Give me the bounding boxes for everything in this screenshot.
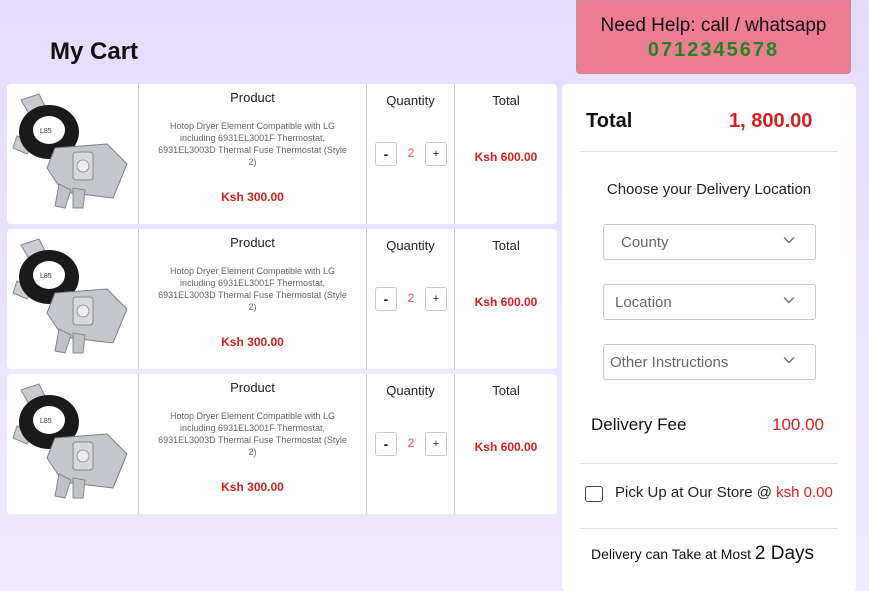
divider <box>580 528 838 529</box>
location-select[interactable]: Location <box>603 284 816 320</box>
help-phone[interactable]: 0712345678 <box>577 39 850 62</box>
pickup-price: ksh 0.00 <box>776 484 833 501</box>
delivery-time-note: Delivery can Take at Most 2 Days <box>591 543 814 565</box>
chevron-down-icon <box>783 236 795 244</box>
total-header: Total <box>492 93 520 108</box>
svg-text:L85: L85 <box>40 128 52 135</box>
unit-price: Ksh 300.00 <box>221 335 284 349</box>
increment-button[interactable]: + <box>425 142 447 166</box>
total-cell: Total Ksh 600.00 <box>455 229 557 369</box>
delivery-time-value: 2 Days <box>754 543 815 564</box>
quantity-cell: Quantity - 2 + <box>367 374 454 514</box>
delivery-location-heading: Choose your Delivery Location <box>606 181 812 198</box>
product-description[interactable]: Hotop Dryer Element Compatible with LG i… <box>153 265 352 313</box>
help-text: Need Help: call / whatsapp <box>600 15 827 36</box>
total-header: Total <box>492 238 520 253</box>
total-label: Total <box>586 110 633 132</box>
total-cell: Total Ksh 600.00 <box>455 374 557 514</box>
quantity-header: Quantity <box>386 383 435 398</box>
delivery-fee-label: Delivery Fee <box>591 415 687 434</box>
quantity-stepper[interactable]: - 2 + <box>375 142 448 166</box>
product-header: Product <box>230 380 275 395</box>
unit-price: Ksh 300.00 <box>221 480 284 494</box>
page-title: My Cart <box>50 38 139 65</box>
thermostat-image-icon: L85 <box>12 93 128 209</box>
product-cell: Product Hotop Dryer Element Compatible w… <box>139 229 366 369</box>
quantity-stepper[interactable]: - 2 + <box>375 287 448 311</box>
total-header: Total <box>492 383 520 398</box>
quantity-value[interactable]: 2 <box>397 291 425 305</box>
decrement-button[interactable]: - <box>375 287 397 311</box>
chevron-down-icon <box>783 296 795 304</box>
line-total: Ksh 600.00 <box>474 295 538 309</box>
pickup-option[interactable]: Pick Up at Our Store @ ksh 0.00 <box>615 484 833 501</box>
help-banner[interactable]: Need Help: call / whatsapp 0712345678 <box>576 0 851 74</box>
pickup-checkbox[interactable] <box>585 486 603 502</box>
quantity-stepper[interactable]: - 2 + <box>375 432 448 456</box>
product-cell: Product Hotop Dryer Element Compatible w… <box>139 84 366 224</box>
pickup-label: Pick Up at Our Store @ <box>615 484 772 501</box>
product-header: Product <box>230 235 275 250</box>
svg-text:L85: L85 <box>40 273 52 280</box>
increment-button[interactable]: + <box>425 287 447 311</box>
chevron-down-icon <box>783 356 795 364</box>
delivery-fee-value: 100.00 <box>772 415 824 434</box>
line-total: Ksh 600.00 <box>474 440 538 454</box>
total-cell: Total Ksh 600.00 <box>455 84 557 224</box>
quantity-header: Quantity <box>386 93 435 108</box>
product-cell: Product Hotop Dryer Element Compatible w… <box>139 374 366 514</box>
quantity-cell: Quantity - 2 + <box>367 229 454 369</box>
increment-button[interactable]: + <box>425 432 447 456</box>
cart-item: L85 Product Hotop Dryer Element Compatib… <box>7 84 557 224</box>
quantity-value[interactable]: 2 <box>397 436 425 450</box>
quantity-value[interactable]: 2 <box>397 146 425 160</box>
product-header: Product <box>230 90 275 105</box>
thermostat-image-icon: L85 <box>12 383 128 499</box>
unit-price: Ksh 300.00 <box>221 190 284 204</box>
order-summary-panel: Total 1, 800.00 Choose your Delivery Loc… <box>562 84 856 591</box>
decrement-button[interactable]: - <box>375 142 397 166</box>
divider <box>580 151 838 152</box>
total-value: 1, 800.00 <box>729 110 813 132</box>
instructions-select[interactable]: Other Instructions <box>603 344 816 380</box>
decrement-button[interactable]: - <box>375 432 397 456</box>
county-select[interactable]: County <box>603 224 816 260</box>
product-description[interactable]: Hotop Dryer Element Compatible with LG i… <box>153 410 352 458</box>
thermostat-image-icon: L85 <box>12 238 128 354</box>
product-image[interactable]: L85 <box>7 374 138 514</box>
instructions-select-label: Other Instructions <box>610 354 729 371</box>
quantity-cell: Quantity - 2 + <box>367 84 454 224</box>
cart-item: L85 Product Hotop Dryer Element Compatib… <box>7 374 557 514</box>
quantity-header: Quantity <box>386 238 435 253</box>
product-image[interactable]: L85 <box>7 84 138 224</box>
line-total: Ksh 600.00 <box>474 150 538 164</box>
divider <box>580 463 838 464</box>
delivery-time-label: Delivery can Take at Most <box>591 546 752 562</box>
location-select-label: Location <box>615 294 672 311</box>
product-description[interactable]: Hotop Dryer Element Compatible with LG i… <box>153 120 352 168</box>
county-select-label: County <box>621 234 669 251</box>
product-image[interactable]: L85 <box>7 229 138 369</box>
cart-item: L85 Product Hotop Dryer Element Compatib… <box>7 229 557 369</box>
svg-text:L85: L85 <box>40 418 52 425</box>
